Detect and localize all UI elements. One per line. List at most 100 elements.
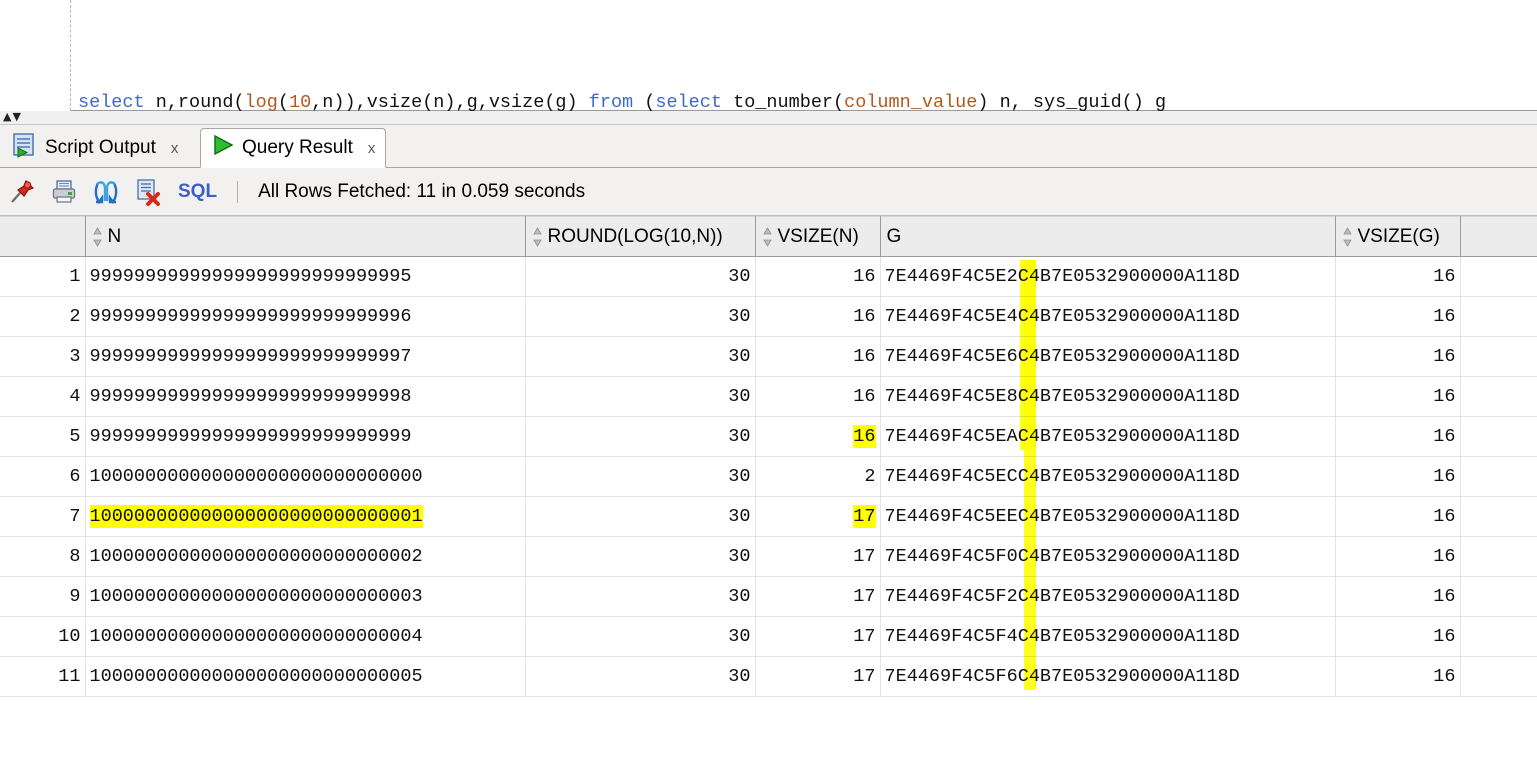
table-row[interactable]: 49999999999999999999999999999830167E4469… [0, 377, 1537, 417]
row-number[interactable]: 8 [0, 537, 85, 577]
highlighted-value: 16 [853, 425, 875, 448]
row-number[interactable]: 7 [0, 497, 85, 537]
table-header-n[interactable]: N [85, 217, 525, 257]
cell-g[interactable]: 7E4469F4C5F2C4B7E0532900000A118D [880, 577, 1335, 617]
table-row[interactable]: 61000000000000000000000000000003027E4469… [0, 457, 1537, 497]
table-row[interactable]: 810000000000000000000000000000230177E446… [0, 537, 1537, 577]
cell-vsize_n[interactable]: 2 [755, 457, 880, 497]
cell-g[interactable]: 7E4469F4C5F6C4B7E0532900000A118D [880, 657, 1335, 697]
cell-g[interactable]: 7E4469F4C5EEC4B7E0532900000A118D [880, 497, 1335, 537]
row-number[interactable]: 5 [0, 417, 85, 457]
cell-round[interactable]: 30 [525, 577, 755, 617]
cell-vsize_n[interactable]: 16 [755, 377, 880, 417]
cell-n[interactable]: 100000000000000000000000000004 [85, 617, 525, 657]
row-number[interactable]: 10 [0, 617, 85, 657]
table-row[interactable]: 1010000000000000000000000000000430177E44… [0, 617, 1537, 657]
table-row[interactable]: 39999999999999999999999999999730167E4469… [0, 337, 1537, 377]
cell-n[interactable]: 99999999999999999999999999996 [85, 297, 525, 337]
cell-vsize_g[interactable]: 16 [1335, 457, 1460, 497]
row-number[interactable]: 6 [0, 457, 85, 497]
row-number[interactable]: 4 [0, 377, 85, 417]
cell-n[interactable]: 99999999999999999999999999997 [85, 337, 525, 377]
cell-n[interactable]: 99999999999999999999999999998 [85, 377, 525, 417]
refresh-icon[interactable] [90, 176, 122, 208]
cell-vsize_g[interactable]: 16 [1335, 577, 1460, 617]
tab-script-output-close-icon[interactable]: x [171, 140, 179, 157]
table-header-vsize_n[interactable]: VSIZE(N) [755, 217, 880, 257]
cell-round[interactable]: 30 [525, 337, 755, 377]
table-row[interactable]: 19999999999999999999999999999530167E4469… [0, 257, 1537, 297]
sort-indicator-icon[interactable] [92, 226, 103, 248]
tab-script-output[interactable]: Script Output x [2, 128, 188, 168]
row-number[interactable]: 11 [0, 657, 85, 697]
cell-vsize_n[interactable]: 17 [755, 537, 880, 577]
print-icon[interactable] [48, 176, 80, 208]
cell-vsize_n[interactable]: 16 [755, 297, 880, 337]
cell-g[interactable]: 7E4469F4C5E6C4B7E0532900000A118D [880, 337, 1335, 377]
cell-vsize_n[interactable]: 16 [755, 337, 880, 377]
cell-vsize_g[interactable]: 16 [1335, 297, 1460, 337]
cell-n[interactable]: 99999999999999999999999999999 [85, 417, 525, 457]
column-label-g: G [887, 226, 902, 248]
cell-n[interactable]: 100000000000000000000000000002 [85, 537, 525, 577]
cell-n[interactable]: 99999999999999999999999999995 [85, 257, 525, 297]
table-row[interactable]: 1110000000000000000000000000000530177E44… [0, 657, 1537, 697]
cell-round[interactable]: 30 [525, 657, 755, 697]
sql-editor-pane[interactable]: select n,round(log(10,n)),vsize(n),g,vsi… [0, 0, 1537, 111]
cell-round[interactable]: 30 [525, 537, 755, 577]
row-number[interactable]: 1 [0, 257, 85, 297]
cell-vsize_n[interactable]: 16 [755, 257, 880, 297]
table-header-round[interactable]: ROUND(LOG(10,N)) [525, 217, 755, 257]
cell-g[interactable]: 7E4469F4C5E8C4B7E0532900000A118D [880, 377, 1335, 417]
row-number[interactable]: 3 [0, 337, 85, 377]
cell-vsize_g[interactable]: 16 [1335, 377, 1460, 417]
cell-vsize_n[interactable]: 17 [755, 657, 880, 697]
tab-query-result[interactable]: Query Result x [200, 128, 386, 168]
tab-query-result-close-icon[interactable]: x [368, 140, 376, 157]
cell-round[interactable]: 30 [525, 377, 755, 417]
table-row[interactable]: 59999999999999999999999999999930 167E4469… [0, 417, 1537, 457]
cell-vsize_g[interactable]: 16 [1335, 417, 1460, 457]
sort-indicator-icon[interactable] [762, 226, 773, 248]
cell-vsize_n[interactable]: 17 [755, 497, 880, 537]
cell-g[interactable]: 7E4469F4C5ECC4B7E0532900000A118D [880, 457, 1335, 497]
cell-round[interactable]: 30 [525, 297, 755, 337]
cell-n[interactable]: 100000000000000000000000000000 [85, 457, 525, 497]
pane-splitter[interactable]: ▲▼ [0, 111, 1537, 125]
cell-g[interactable]: 7E4469F4C5E2C4B7E0532900000A118D [880, 257, 1335, 297]
table-row[interactable]: 29999999999999999999999999999630167E4469… [0, 297, 1537, 337]
cell-vsize_g[interactable]: 16 [1335, 257, 1460, 297]
cell-n[interactable]: 100000000000000000000000000001 [85, 497, 525, 537]
sort-indicator-icon[interactable] [1342, 226, 1353, 248]
cell-vsize_g[interactable]: 16 [1335, 337, 1460, 377]
sort-indicator-icon[interactable] [532, 226, 543, 248]
cell-n[interactable]: 100000000000000000000000000003 [85, 577, 525, 617]
row-number[interactable]: 9 [0, 577, 85, 617]
cell-vsize_g[interactable]: 16 [1335, 657, 1460, 697]
cell-round[interactable]: 30 [525, 457, 755, 497]
pin-icon[interactable] [6, 176, 38, 208]
cell-g[interactable]: 7E4469F4C5F0C4B7E0532900000A118D [880, 537, 1335, 577]
cell-vsize_g[interactable]: 16 [1335, 497, 1460, 537]
cell-round[interactable]: 30 [525, 257, 755, 297]
query-result-grid[interactable]: NROUND(LOG(10,N))VSIZE(N)GVSIZE(G) 19999… [0, 216, 1537, 776]
cell-round[interactable]: 30 [525, 617, 755, 657]
cell-vsize_n[interactable]: 17 [755, 617, 880, 657]
cell-g[interactable]: 7E4469F4C5EAC4B7E0532900000A118D [880, 417, 1335, 457]
clear-sql-icon[interactable] [132, 176, 164, 208]
table-header-vsize_g[interactable]: VSIZE(G) [1335, 217, 1460, 257]
cell-vsize_g[interactable]: 16 [1335, 537, 1460, 577]
table-row[interactable]: 710000000000000000000000000000130177E446… [0, 497, 1537, 537]
cell-vsize_n[interactable]: 17 [755, 577, 880, 617]
cell-g[interactable]: 7E4469F4C5E4C4B7E0532900000A118D [880, 297, 1335, 337]
cell-vsize_g[interactable]: 16 [1335, 617, 1460, 657]
splitter-arrows-icon[interactable]: ▲▼ [3, 111, 22, 123]
column-label-round: ROUND(LOG(10,N)) [548, 226, 723, 248]
cell-vsize_n[interactable]: 16 [755, 417, 880, 457]
cell-round[interactable]: 30 [525, 417, 755, 457]
cell-round[interactable]: 30 [525, 497, 755, 537]
row-number[interactable]: 2 [0, 297, 85, 337]
cell-n[interactable]: 100000000000000000000000000005 [85, 657, 525, 697]
table-row[interactable]: 910000000000000000000000000000330177E446… [0, 577, 1537, 617]
cell-g[interactable]: 7E4469F4C5F4C4B7E0532900000A118D [880, 617, 1335, 657]
